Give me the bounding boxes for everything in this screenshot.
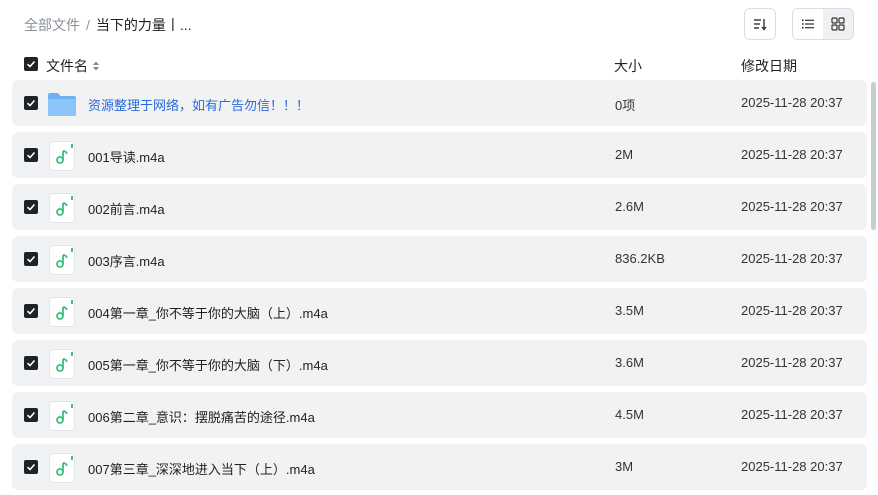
row-checkbox[interactable] — [24, 148, 38, 162]
file-name[interactable]: 007第三章_深深地进入当下（上）.m4a — [88, 459, 315, 478]
row-checkbox[interactable] — [24, 200, 38, 214]
file-size: 3.6M — [615, 355, 644, 370]
column-header: 文件名 大小 修改日期 — [0, 48, 878, 80]
scrollbar-thumb[interactable] — [871, 82, 876, 230]
grid-view-icon — [831, 17, 845, 31]
audio-file-icon — [47, 141, 77, 171]
row-checkbox[interactable] — [24, 304, 38, 318]
top-bar: 全部文件 / 当下的力量丨... — [0, 0, 878, 48]
audio-file-icon — [47, 297, 77, 327]
audio-file-icon — [47, 401, 77, 431]
list-view-button[interactable] — [793, 9, 823, 39]
file-name[interactable]: 资源整理于网络，如有广告勿信！！！ — [88, 95, 309, 114]
file-date: 2025-11-28 20:37 — [741, 199, 843, 214]
file-name[interactable]: 005第一章_你不等于你的大脑（下）.m4a — [88, 355, 328, 374]
file-size: 836.2KB — [615, 251, 665, 266]
check-icon — [26, 411, 36, 419]
file-name[interactable]: 001导读.m4a — [88, 147, 165, 166]
file-date: 2025-11-28 20:37 — [741, 251, 843, 266]
file-date: 2025-11-28 20:37 — [741, 95, 843, 110]
row-checkbox[interactable] — [24, 96, 38, 110]
audio-file-icon — [47, 349, 77, 379]
check-icon — [26, 60, 36, 68]
check-icon — [26, 99, 36, 107]
column-name-header[interactable]: 文件名 — [46, 56, 101, 76]
folder-icon — [47, 89, 77, 119]
file-date: 2025-11-28 20:37 — [741, 303, 843, 318]
check-icon — [26, 463, 36, 471]
file-size: 3M — [615, 459, 634, 474]
table-row[interactable]: 003序言.m4a 836.2KB 2025-11-28 20:37 — [12, 236, 867, 282]
sort-arrows-icon — [93, 61, 99, 71]
sort-button[interactable] — [744, 8, 776, 40]
audio-file-icon — [47, 453, 77, 483]
table-row[interactable]: 006第二章_意识：摆脱痛苦的途径.m4a 4.5M 2025-11-28 20… — [12, 392, 867, 438]
check-icon — [26, 255, 36, 263]
check-icon — [26, 151, 36, 159]
row-checkbox[interactable] — [24, 460, 38, 474]
column-date-header[interactable]: 修改日期 — [741, 56, 797, 76]
view-toggle — [792, 8, 854, 40]
file-name[interactable]: 006第二章_意识：摆脱痛苦的途径.m4a — [88, 407, 315, 426]
select-all-checkbox[interactable] — [24, 57, 38, 71]
file-size: 0项 — [615, 98, 636, 113]
column-name-label: 文件名 — [46, 58, 88, 74]
file-date: 2025-11-28 20:37 — [741, 459, 843, 474]
check-icon — [26, 203, 36, 211]
file-date: 2025-11-28 20:37 — [741, 147, 843, 162]
file-date: 2025-11-28 20:37 — [741, 355, 843, 370]
column-size-header[interactable]: 大小 — [614, 56, 642, 76]
breadcrumb: 全部文件 / 当下的力量丨... — [24, 15, 192, 35]
table-row[interactable]: 002前言.m4a 2.6M 2025-11-28 20:37 — [12, 184, 867, 230]
table-row[interactable]: 001导读.m4a 2M 2025-11-28 20:37 — [12, 132, 867, 178]
check-icon — [26, 307, 36, 315]
table-row[interactable]: 005第一章_你不等于你的大脑（下）.m4a 3.6M 2025-11-28 2… — [12, 340, 867, 386]
row-checkbox[interactable] — [24, 252, 38, 266]
file-size: 4.5M — [615, 407, 644, 422]
list-view-icon — [802, 19, 814, 29]
breadcrumb-root[interactable]: 全部文件 — [24, 15, 80, 35]
row-checkbox[interactable] — [24, 408, 38, 422]
table-row[interactable]: 007第三章_深深地进入当下（上）.m4a 3M 2025-11-28 20:3… — [12, 444, 867, 490]
table-row[interactable]: 资源整理于网络，如有广告勿信！！！ 0项 2025-11-28 20:37 — [12, 80, 867, 126]
check-icon — [26, 359, 36, 367]
file-date: 2025-11-28 20:37 — [741, 407, 843, 422]
file-name[interactable]: 003序言.m4a — [88, 251, 165, 270]
file-size: 2.6M — [615, 199, 644, 214]
file-name[interactable]: 004第一章_你不等于你的大脑（上）.m4a — [88, 303, 328, 322]
file-size: 2M — [615, 147, 634, 162]
breadcrumb-separator: / — [86, 17, 90, 33]
file-size: 3.5M — [615, 303, 644, 318]
grid-view-button[interactable] — [823, 9, 853, 39]
table-row[interactable]: 004第一章_你不等于你的大脑（上）.m4a 3.5M 2025-11-28 2… — [12, 288, 867, 334]
sort-icon — [754, 19, 767, 31]
audio-file-icon — [47, 193, 77, 223]
row-checkbox[interactable] — [24, 356, 38, 370]
audio-file-icon — [47, 245, 77, 275]
breadcrumb-current: 当下的力量丨... — [95, 17, 192, 33]
file-name[interactable]: 002前言.m4a — [88, 199, 165, 218]
